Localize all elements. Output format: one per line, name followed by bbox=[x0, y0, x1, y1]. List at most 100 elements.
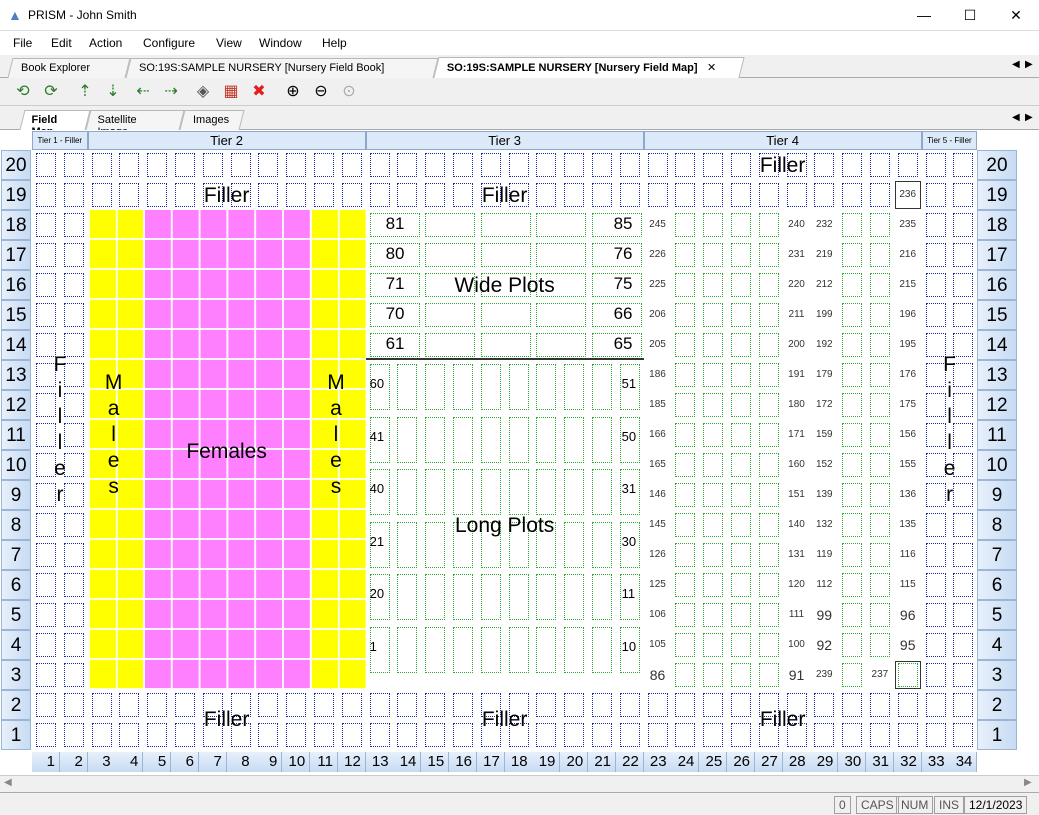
long-plot[interactable] bbox=[425, 469, 446, 515]
long-plot[interactable] bbox=[536, 626, 557, 673]
plot-cell[interactable] bbox=[703, 183, 724, 207]
plot-cell[interactable] bbox=[758, 513, 779, 537]
long-plot[interactable] bbox=[453, 469, 473, 515]
plot-cell[interactable] bbox=[870, 573, 890, 597]
plot-cell[interactable] bbox=[870, 213, 890, 237]
brick-wall-icon[interactable]: ▦ bbox=[220, 81, 242, 103]
tab-nursery-field-book[interactable]: SO:19S:SAMPLE NURSERY [Nursery Field Boo… bbox=[125, 58, 439, 78]
wide-plot[interactable] bbox=[480, 333, 531, 357]
long-plot[interactable] bbox=[536, 469, 557, 515]
plot-cell[interactable] bbox=[758, 543, 779, 567]
plot-cell[interactable] bbox=[842, 603, 863, 627]
move-right-icon[interactable]: ⇢ bbox=[160, 81, 182, 103]
long-plot[interactable] bbox=[508, 469, 529, 515]
menu-action[interactable]: Action bbox=[89, 36, 122, 50]
plot-cell[interactable] bbox=[870, 453, 890, 477]
plot-cell[interactable] bbox=[564, 153, 585, 177]
plot-cell[interactable] bbox=[202, 153, 223, 177]
plot-cell[interactable] bbox=[953, 213, 974, 237]
plot-cell[interactable] bbox=[953, 633, 974, 657]
plot-cell[interactable] bbox=[675, 183, 696, 207]
long-plot[interactable] bbox=[508, 626, 529, 673]
plot-cell[interactable] bbox=[842, 393, 863, 417]
plot-cell[interactable] bbox=[925, 573, 946, 597]
plot-cell[interactable] bbox=[675, 273, 696, 297]
plot-cell[interactable] bbox=[36, 153, 56, 177]
plot-cell[interactable] bbox=[758, 453, 779, 477]
plot-cell[interactable] bbox=[36, 513, 56, 537]
long-plot[interactable] bbox=[536, 574, 557, 620]
plot-cell[interactable] bbox=[814, 183, 835, 207]
plot-cell[interactable] bbox=[731, 183, 751, 207]
wide-plot[interactable] bbox=[425, 303, 476, 327]
plot-cell[interactable] bbox=[925, 303, 946, 327]
plot-cell[interactable] bbox=[953, 663, 974, 687]
plot-cell[interactable] bbox=[731, 603, 751, 627]
long-plot[interactable] bbox=[592, 364, 612, 410]
long-plot[interactable] bbox=[480, 469, 501, 515]
plot-cell[interactable] bbox=[703, 213, 724, 237]
plot-cell[interactable] bbox=[758, 183, 779, 207]
plot-cell[interactable] bbox=[536, 153, 557, 177]
plot-cell[interactable] bbox=[925, 663, 946, 687]
plot-cell[interactable] bbox=[925, 213, 946, 237]
plot-cell[interactable] bbox=[953, 573, 974, 597]
zoom-fit-icon[interactable]: ⊙ bbox=[338, 81, 360, 103]
wide-plot[interactable] bbox=[536, 333, 587, 357]
plot-cell[interactable] bbox=[703, 453, 724, 477]
plot-cell[interactable] bbox=[619, 153, 640, 177]
tab-scroll-right-icon[interactable]: ▶ bbox=[1025, 59, 1033, 70]
plot-cell[interactable] bbox=[63, 693, 84, 717]
tab-satellite-image[interactable]: Satellite Image bbox=[85, 110, 185, 138]
long-plot[interactable] bbox=[425, 416, 446, 463]
plot-cell[interactable] bbox=[870, 243, 890, 267]
plot-cell[interactable] bbox=[703, 543, 724, 567]
plot-cell[interactable] bbox=[731, 393, 751, 417]
plot-cell[interactable] bbox=[925, 243, 946, 267]
scroll-right-icon[interactable]: ▶ bbox=[1024, 777, 1032, 788]
plot-cell[interactable] bbox=[731, 483, 751, 507]
plot-cell[interactable] bbox=[63, 303, 84, 327]
plot-cell[interactable] bbox=[314, 153, 334, 177]
plot-cell[interactable] bbox=[842, 663, 863, 687]
long-plot[interactable] bbox=[425, 626, 446, 673]
plot-cell[interactable] bbox=[870, 303, 890, 327]
wide-plot[interactable] bbox=[480, 213, 531, 237]
plot-cell[interactable] bbox=[953, 693, 974, 717]
close-tab-icon[interactable]: ✕ bbox=[707, 61, 716, 74]
long-plot[interactable] bbox=[453, 416, 473, 463]
long-plot[interactable] bbox=[564, 626, 585, 673]
plot-cell[interactable] bbox=[731, 273, 751, 297]
plot-cell[interactable] bbox=[675, 513, 696, 537]
plot-cell[interactable] bbox=[870, 633, 890, 657]
plot-cell[interactable] bbox=[341, 153, 362, 177]
delete-icon[interactable]: ✖ bbox=[248, 81, 270, 103]
plot-cell[interactable] bbox=[675, 423, 696, 447]
plot-cell[interactable] bbox=[870, 393, 890, 417]
plot-cell[interactable] bbox=[870, 543, 890, 567]
plot-cell[interactable] bbox=[842, 633, 863, 657]
plot-cell[interactable] bbox=[953, 183, 974, 207]
plot-cell[interactable] bbox=[592, 153, 612, 177]
plot-cell[interactable] bbox=[675, 363, 696, 387]
plot-cell[interactable] bbox=[675, 393, 696, 417]
plot-cell[interactable] bbox=[842, 183, 863, 207]
plot-cell[interactable] bbox=[925, 513, 946, 537]
plot-cell[interactable] bbox=[731, 663, 751, 687]
plot-cell[interactable] bbox=[842, 483, 863, 507]
menu-help[interactable]: Help bbox=[322, 36, 347, 50]
close-window-icon[interactable]: ✕ bbox=[993, 0, 1039, 31]
plot-cell[interactable] bbox=[647, 183, 668, 207]
plot-cell[interactable] bbox=[703, 633, 724, 657]
plot-cell[interactable] bbox=[758, 393, 779, 417]
plot-cell[interactable] bbox=[925, 543, 946, 567]
plot-cell[interactable] bbox=[675, 573, 696, 597]
plot-cell[interactable] bbox=[703, 483, 724, 507]
move-down-icon[interactable]: ⇣ bbox=[102, 81, 124, 103]
paint-bucket-icon[interactable]: ◈ bbox=[192, 81, 214, 103]
plot-cell[interactable] bbox=[758, 663, 779, 687]
plot-cell[interactable] bbox=[675, 213, 696, 237]
zoom-out-icon[interactable]: ⊖ bbox=[310, 81, 332, 103]
plot-cell[interactable] bbox=[953, 153, 974, 177]
plot-cell[interactable] bbox=[842, 243, 863, 267]
